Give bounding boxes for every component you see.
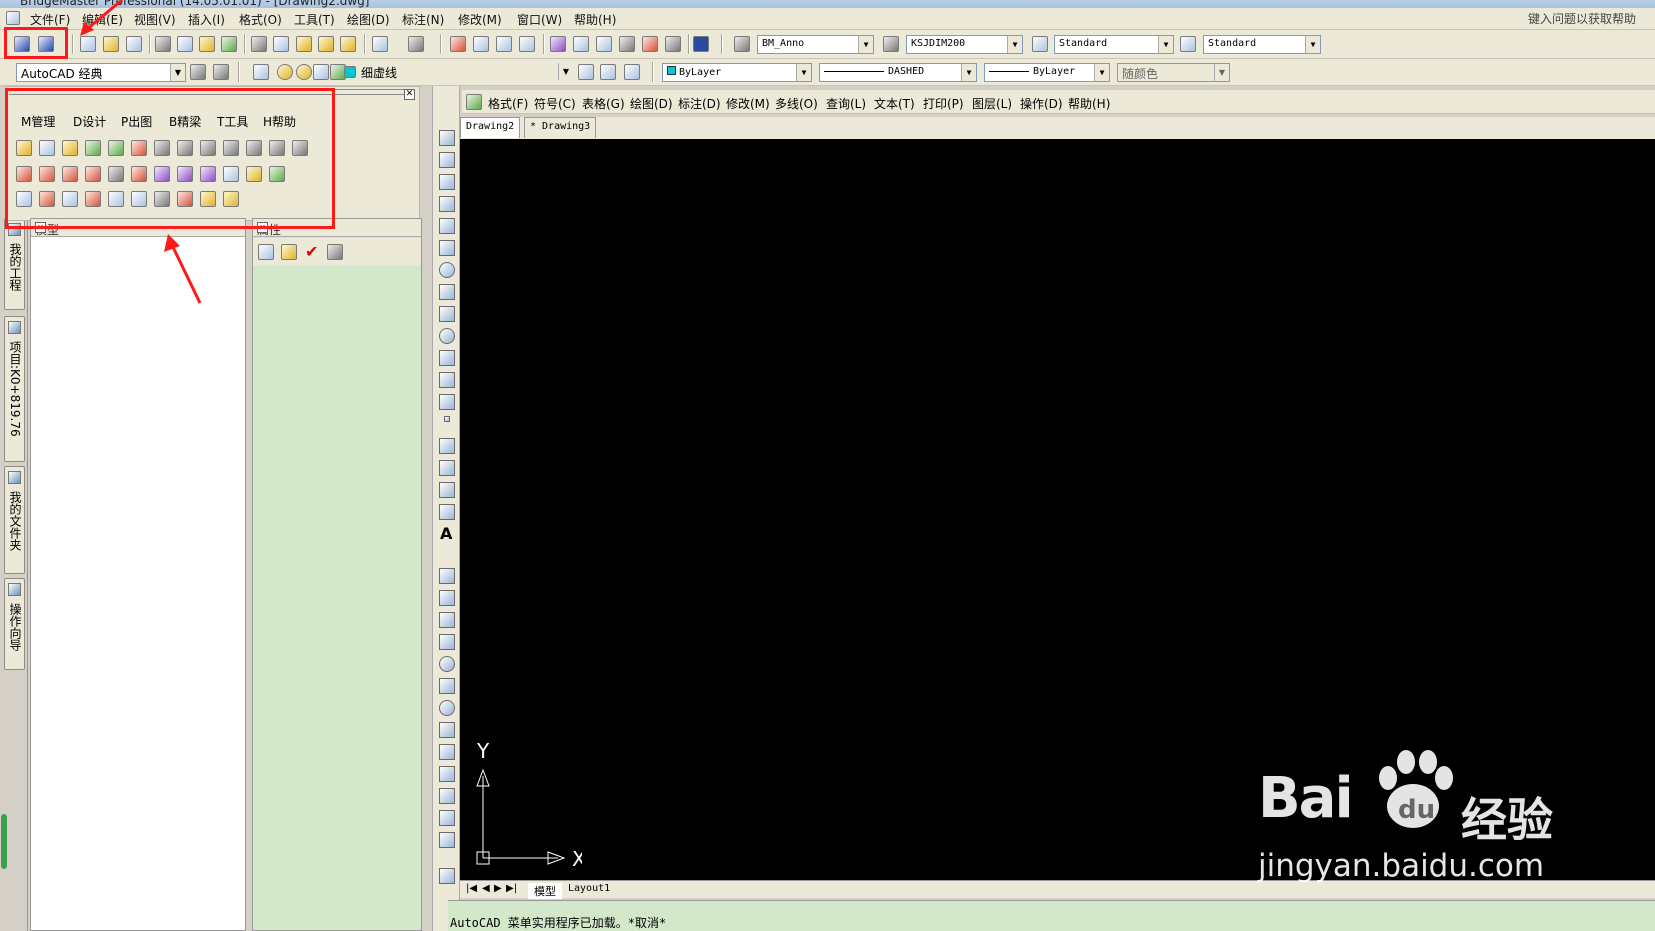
ucs-icon: Y X xyxy=(476,739,582,871)
arc-length-icon[interactable] xyxy=(439,612,455,628)
polygon-icon[interactable] xyxy=(439,196,455,212)
hatch-icon[interactable] xyxy=(439,438,455,454)
acad-menu-mline[interactable]: 多线(O) xyxy=(775,95,818,112)
acad-menu-format[interactable]: 格式(F) xyxy=(488,95,528,112)
arrowhead-icon xyxy=(164,234,180,252)
acad-menu-dimension[interactable]: 标注(D) xyxy=(678,95,721,112)
linear-dim-icon[interactable] xyxy=(439,568,455,584)
acad-menu-text[interactable]: 文本(T) xyxy=(874,95,915,112)
acad-menu-query[interactable]: 查询(L) xyxy=(826,95,866,112)
region-icon[interactable] xyxy=(439,482,455,498)
baseline-dim-icon[interactable] xyxy=(439,766,455,782)
insert-block-icon[interactable] xyxy=(439,372,455,388)
tab-nav-prev-icon[interactable]: ◀ xyxy=(482,883,490,894)
tab-drawing3[interactable]: * Drawing3 xyxy=(524,117,597,138)
dim-edit-icon[interactable] xyxy=(439,868,455,884)
arc-icon[interactable] xyxy=(439,240,455,256)
ordinate-dim-icon[interactable] xyxy=(439,634,455,650)
quick-dim-icon[interactable] xyxy=(439,744,455,760)
tab-nav-next-icon[interactable]: ▶ xyxy=(494,883,502,894)
gradient-icon[interactable] xyxy=(439,460,455,476)
acad-menu-modify[interactable]: 修改(M) xyxy=(726,95,770,112)
watermark-brand: Bai xyxy=(1258,766,1354,831)
paw-logo-icon: du xyxy=(1379,750,1453,828)
watermark-url: jingyan.baidu.com xyxy=(1258,848,1545,884)
command-line[interactable]: AutoCAD 菜单实用程序已加载。*取消* xyxy=(448,900,1655,931)
annotation-arrow-top xyxy=(85,0,123,32)
acad-menu-layer[interactable]: 图层(L) xyxy=(972,95,1012,112)
annotation-arrow-panel xyxy=(170,244,202,304)
line-icon[interactable] xyxy=(439,130,455,146)
tolerance-icon[interactable] xyxy=(439,810,455,826)
ellipse-icon[interactable] xyxy=(439,328,455,344)
svg-text:du: du xyxy=(1398,795,1435,825)
rectangle-icon[interactable] xyxy=(439,218,455,234)
tab-layout1[interactable]: Layout1 xyxy=(568,883,610,894)
angular-dim-icon[interactable] xyxy=(439,722,455,738)
tab-model[interactable]: 模型 xyxy=(528,883,562,899)
radius-dim-icon[interactable] xyxy=(439,656,455,672)
document-tabs: Drawing2 * Drawing3 xyxy=(460,117,1655,139)
tab-drawing2[interactable]: Drawing2 xyxy=(460,117,521,138)
baidu-watermark: du Bai 经验 jingyan.baidu.com xyxy=(1258,748,1648,898)
circle-icon[interactable] xyxy=(439,262,455,278)
acad-menu-table[interactable]: 表格(G) xyxy=(582,95,625,112)
acad-menu-symbol[interactable]: 符号(C) xyxy=(534,95,576,112)
point-icon[interactable] xyxy=(444,416,450,422)
construction-line-icon[interactable] xyxy=(439,152,455,168)
draw-toolbar-vertical: A xyxy=(432,86,460,931)
tab-nav-last-icon[interactable]: ▶| xyxy=(506,883,517,894)
ellipse-arc-icon[interactable] xyxy=(439,350,455,366)
center-mark-icon[interactable] xyxy=(439,832,455,848)
polyline-icon[interactable] xyxy=(439,174,455,190)
acad-secondary-menu: 格式(F) 符号(C) 表格(G) 绘图(D) 标注(D) 修改(M) 多线(O… xyxy=(462,90,1655,114)
make-block-icon[interactable] xyxy=(439,394,455,410)
acad-menu-help[interactable]: 帮助(H) xyxy=(1068,95,1110,112)
jogged-dim-icon[interactable] xyxy=(439,678,455,694)
ucs-y-label: Y xyxy=(476,739,490,763)
acad-menu-print[interactable]: 打印(P) xyxy=(923,95,964,112)
continue-dim-icon[interactable] xyxy=(439,788,455,804)
ucs-x-label: X xyxy=(572,847,582,871)
aligned-dim-icon[interactable] xyxy=(439,590,455,606)
revcloud-icon[interactable] xyxy=(439,284,455,300)
command-history-text: AutoCAD 菜单实用程序已加载。*取消* xyxy=(450,916,667,930)
tab-nav-first-icon[interactable]: |◀ xyxy=(466,883,477,894)
diameter-dim-icon[interactable] xyxy=(439,700,455,716)
acad-menu-draw[interactable]: 绘图(D) xyxy=(630,95,673,112)
spline-icon[interactable] xyxy=(439,306,455,322)
acad-menu-icon[interactable] xyxy=(466,94,482,110)
acad-menu-operate[interactable]: 操作(D) xyxy=(1020,95,1063,112)
multiline-text-icon[interactable]: A xyxy=(440,524,452,543)
table-icon[interactable] xyxy=(439,504,455,520)
watermark-brand-cn: 经验 xyxy=(1461,793,1553,847)
